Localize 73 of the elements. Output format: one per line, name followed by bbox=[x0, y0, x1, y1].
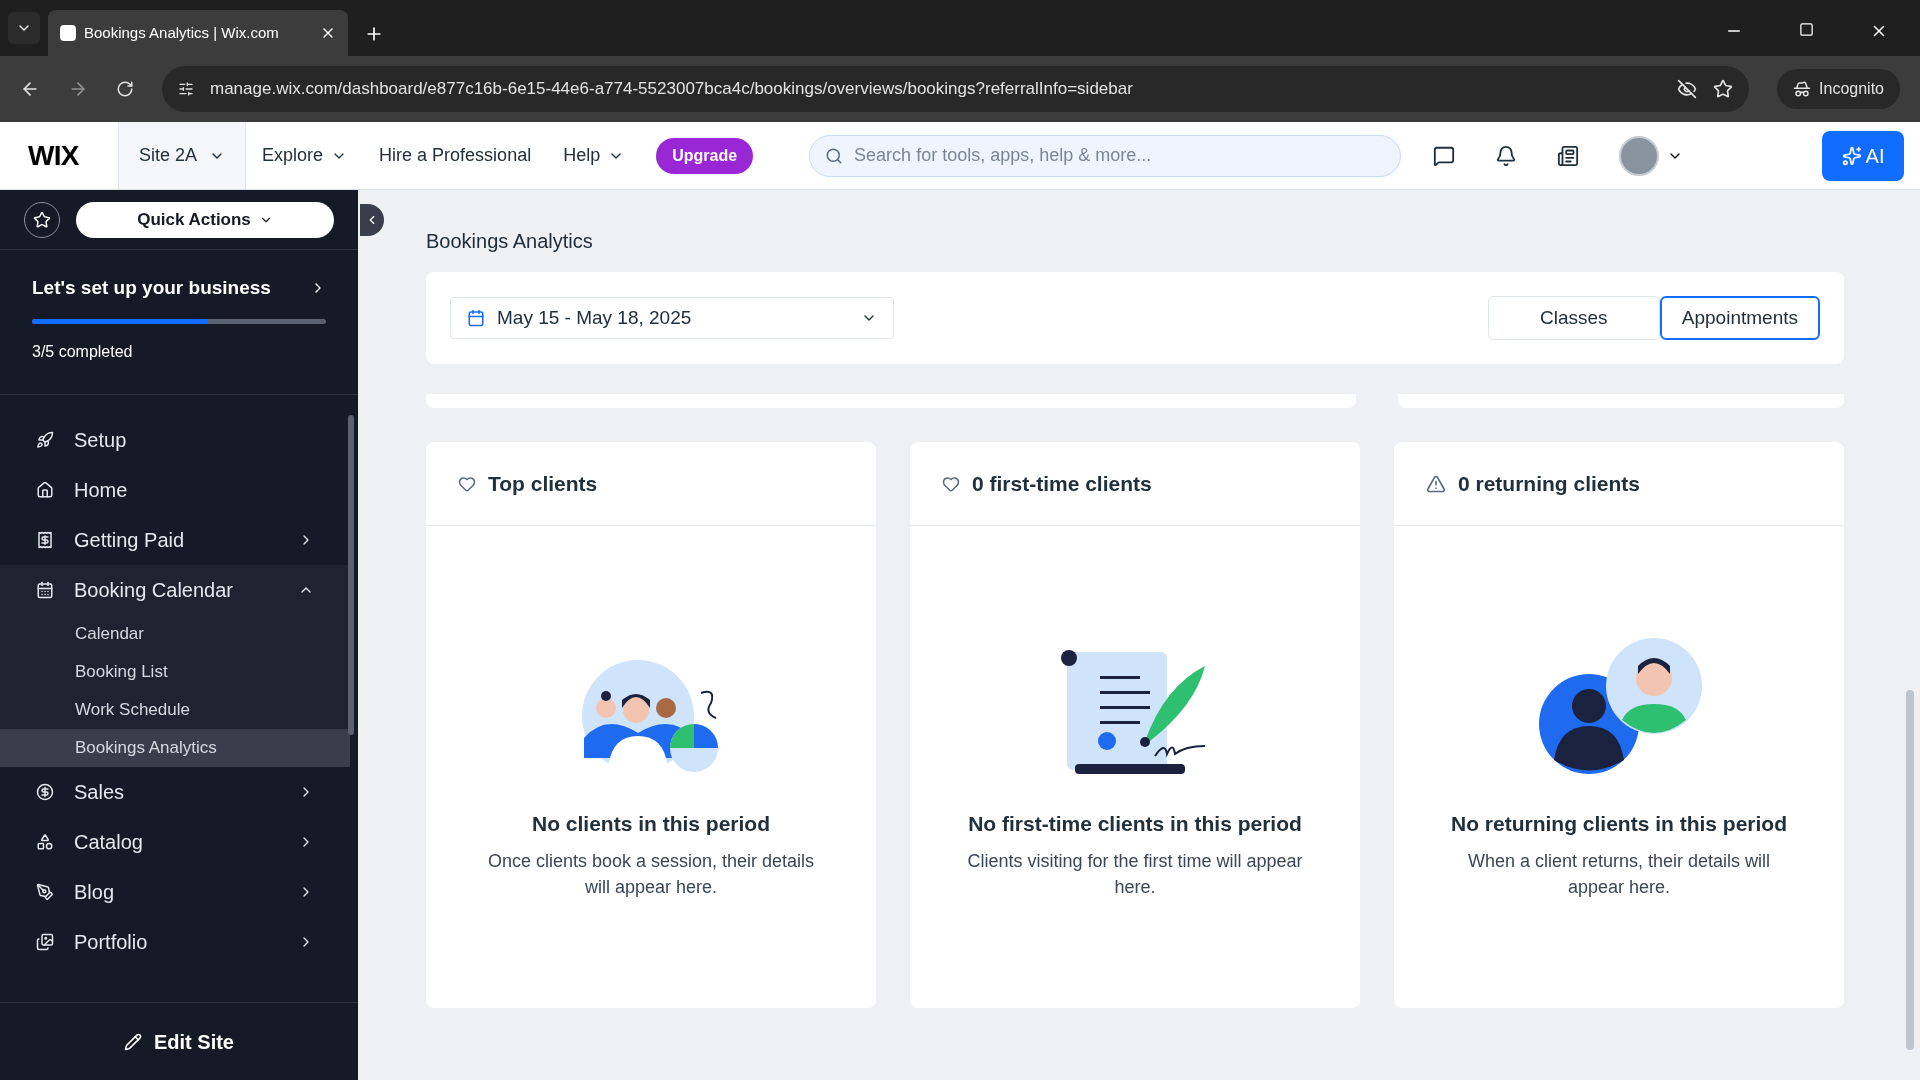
ai-button[interactable]: AI bbox=[1822, 130, 1904, 181]
warning-icon bbox=[1426, 473, 1446, 494]
chat-icon[interactable] bbox=[1433, 144, 1456, 167]
empty-state-title: No returning clients in this period bbox=[1451, 811, 1787, 837]
collapse-sidebar-button[interactable] bbox=[360, 204, 384, 236]
incognito-badge[interactable]: Incognito bbox=[1777, 69, 1900, 109]
url-text: manage.wix.com/dashboard/e877c16b-6e15-44e6-a774-5523007bca4c/bookings/overviews/bookings?referralInfo=sidebar bbox=[210, 78, 1134, 101]
sidebar-item[interactable]: Sales bbox=[0, 767, 350, 817]
scrollbar[interactable] bbox=[1906, 690, 1914, 1050]
sidebar-item[interactable]: Catalog bbox=[0, 817, 350, 867]
sidebar-subitem[interactable]: Work Schedule bbox=[0, 691, 350, 729]
maximize-icon[interactable] bbox=[1799, 22, 1814, 37]
calendar-icon bbox=[36, 581, 54, 599]
home-icon bbox=[36, 481, 54, 499]
search-icon bbox=[825, 146, 844, 165]
sidebar-item[interactable]: Home bbox=[0, 465, 350, 515]
sidebar-item[interactable]: Getting Paid bbox=[0, 515, 350, 565]
address-bar[interactable]: manage.wix.com/dashboard/e877c16b-6e15-44e6-a774-5523007bca4c/bookings/overviews/bookings?referralInfo=sidebar bbox=[162, 66, 1750, 112]
pen-icon bbox=[36, 883, 54, 901]
images-icon bbox=[36, 933, 54, 951]
view-tab[interactable]: Appointments bbox=[1659, 296, 1820, 340]
bookmark-star-icon[interactable] bbox=[1713, 79, 1734, 99]
tab-list-button[interactable] bbox=[8, 12, 40, 44]
star-icon bbox=[33, 210, 51, 229]
page-title: Bookings Analytics bbox=[426, 229, 594, 254]
dollar-icon bbox=[36, 783, 54, 801]
upgrade-button[interactable]: Upgrade bbox=[656, 137, 754, 174]
card-title: 0 returning clients bbox=[1458, 470, 1641, 497]
heart-icon bbox=[458, 474, 476, 493]
wix-logo[interactable]: WIX bbox=[0, 134, 118, 177]
browser-tab[interactable]: Bookings Analytics | Wix.com bbox=[48, 10, 348, 56]
sidebar-item[interactable]: Portfolio bbox=[0, 917, 350, 967]
sparkle-icon bbox=[1841, 145, 1862, 166]
empty-state-text: Once clients book a session, their details will appear here. bbox=[486, 849, 816, 899]
card-title: Top clients bbox=[488, 470, 598, 497]
receipt-icon bbox=[36, 531, 54, 549]
reload-icon[interactable] bbox=[116, 80, 134, 98]
sidebar-item[interactable]: Setup bbox=[0, 415, 350, 465]
empty-state-text: Clients visiting for the first time will appear here. bbox=[966, 849, 1304, 899]
header-menu-item[interactable]: Help bbox=[563, 142, 625, 169]
heart-icon bbox=[942, 474, 960, 493]
incognito-icon bbox=[1793, 80, 1812, 98]
header-menu-item[interactable]: Hire a Professional bbox=[379, 142, 532, 169]
site-info-icon[interactable] bbox=[178, 81, 194, 97]
site-favicon-icon bbox=[60, 25, 76, 41]
view-tab[interactable]: Classes bbox=[1487, 296, 1660, 340]
tab-title: Bookings Analytics | Wix.com bbox=[84, 22, 280, 43]
sidebar-subitem[interactable]: Booking List bbox=[0, 653, 350, 691]
site-selector[interactable]: Site 2A bbox=[118, 122, 247, 189]
sidebar-subitem[interactable]: Bookings Analytics bbox=[0, 729, 350, 767]
header-menu-item[interactable]: Explore bbox=[262, 142, 348, 169]
date-range-dropdown[interactable]: May 15 - May 18, 2025 bbox=[450, 297, 894, 339]
card-title: 0 first-time clients bbox=[972, 470, 1152, 497]
pencil-icon bbox=[124, 1032, 142, 1051]
setup-title[interactable]: Let's set up your business bbox=[32, 274, 271, 303]
sidebar-subitem[interactable]: Calendar bbox=[0, 615, 350, 653]
eye-off-icon[interactable] bbox=[1677, 79, 1698, 99]
quick-actions-button[interactable]: Quick Actions bbox=[76, 201, 334, 238]
calendar-icon bbox=[467, 309, 485, 327]
edit-site-button[interactable]: Edit Site bbox=[0, 1002, 358, 1080]
news-icon[interactable] bbox=[1557, 144, 1580, 167]
sidebar-item[interactable]: Booking Calendar bbox=[0, 565, 350, 615]
sidebar-item[interactable]: Blog bbox=[0, 867, 350, 917]
notifications-icon[interactable] bbox=[1495, 144, 1518, 167]
rocket-icon bbox=[36, 431, 54, 449]
avatar[interactable] bbox=[1619, 135, 1660, 176]
progress-text: 3/5 completed bbox=[32, 341, 134, 362]
empty-state-title: No first-time clients in this period bbox=[968, 811, 1302, 837]
empty-state-title: No clients in this period bbox=[532, 811, 770, 837]
empty-state-text: When a client returns, their details will appear here. bbox=[1466, 849, 1772, 899]
shapes-icon bbox=[36, 833, 54, 851]
search-field[interactable]: Search for tools, apps, help & more... bbox=[809, 134, 1402, 177]
scrollbar[interactable] bbox=[348, 415, 354, 735]
